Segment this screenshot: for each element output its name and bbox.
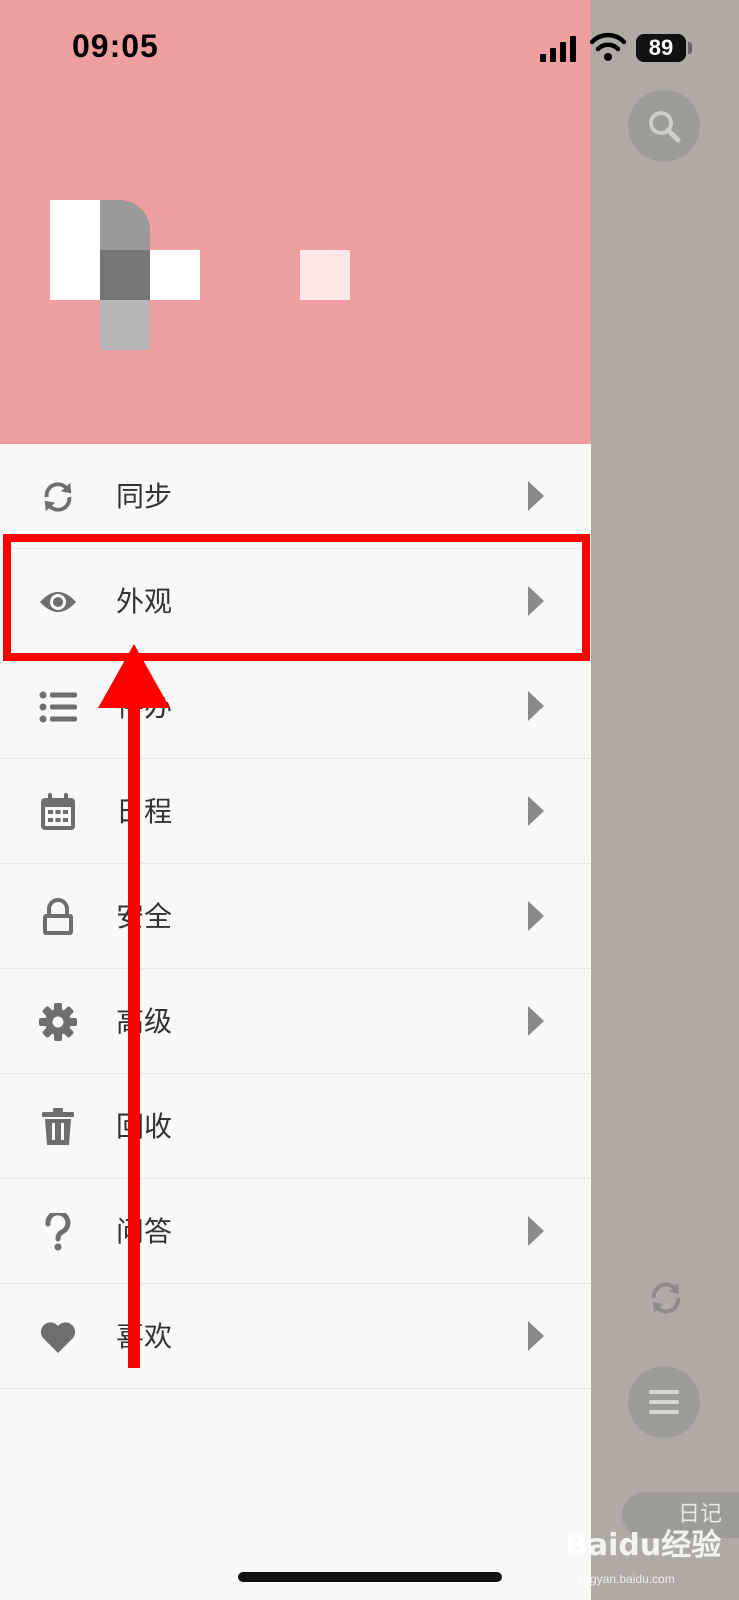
status-bar: 09:05 89 bbox=[0, 0, 739, 96]
highlight-box bbox=[3, 534, 590, 661]
menu-item-todo[interactable]: 待办 bbox=[0, 654, 591, 759]
sync-icon bbox=[38, 477, 78, 517]
question-icon bbox=[38, 1212, 78, 1252]
menu-item-faq[interactable]: 问答 bbox=[0, 1179, 591, 1284]
menu-item-label: 问答 bbox=[116, 1215, 173, 1248]
watermark-logo: Baidu经验 bbox=[565, 1528, 722, 1563]
menu-item-security[interactable]: 安全 bbox=[0, 864, 591, 969]
menu-button[interactable] bbox=[628, 1366, 700, 1438]
heart-icon bbox=[38, 1317, 78, 1357]
menu-item-label: 回收 bbox=[116, 1110, 173, 1143]
home-indicator[interactable] bbox=[238, 1572, 502, 1582]
chevron-right-icon bbox=[528, 1321, 544, 1351]
trash-icon bbox=[38, 1107, 78, 1147]
status-time: 09:05 bbox=[72, 28, 159, 64]
menu-item-like[interactable]: 喜欢 bbox=[0, 1284, 591, 1389]
avatar[interactable] bbox=[50, 200, 200, 350]
menu-item-label: 同步 bbox=[116, 480, 173, 513]
calendar-icon bbox=[38, 792, 78, 832]
battery-tip bbox=[688, 42, 692, 54]
menu-item-advanced[interactable]: 高级 bbox=[0, 969, 591, 1074]
side-drawer: 同步 外观 待办 日程 安全 高级 回收 问答 喜欢 bbox=[0, 0, 591, 1600]
search-button[interactable] bbox=[628, 90, 700, 162]
chevron-right-icon bbox=[528, 691, 544, 721]
arrow-shaft bbox=[128, 700, 140, 1368]
username-placeholder bbox=[300, 250, 350, 300]
wifi-icon bbox=[590, 32, 626, 61]
menu-item-label: 喜欢 bbox=[116, 1320, 173, 1353]
chevron-right-icon bbox=[528, 901, 544, 931]
cellular-signal-icon bbox=[540, 36, 576, 62]
lock-icon bbox=[38, 897, 78, 937]
watermark-url: jingyan.baidu.com bbox=[578, 1572, 675, 1586]
battery-indicator: 89 bbox=[636, 34, 686, 62]
menu-item-label: 安全 bbox=[116, 900, 173, 933]
chevron-right-icon bbox=[528, 1006, 544, 1036]
menu-item-schedule[interactable]: 日程 bbox=[0, 759, 591, 864]
chevron-right-icon bbox=[528, 796, 544, 826]
chevron-right-icon bbox=[528, 481, 544, 511]
arrow-head bbox=[98, 644, 170, 708]
menu-item-recycle[interactable]: 回收 bbox=[0, 1074, 591, 1179]
list-icon bbox=[38, 687, 78, 727]
menu-item-label: 日程 bbox=[116, 795, 173, 828]
search-icon bbox=[649, 111, 681, 143]
refresh-icon[interactable] bbox=[648, 1280, 684, 1316]
hamburger-icon bbox=[649, 1390, 679, 1414]
menu-item-label: 高级 bbox=[116, 1005, 173, 1038]
gear-icon bbox=[38, 1002, 78, 1042]
chevron-right-icon bbox=[528, 1216, 544, 1246]
battery-level: 89 bbox=[648, 35, 674, 60]
